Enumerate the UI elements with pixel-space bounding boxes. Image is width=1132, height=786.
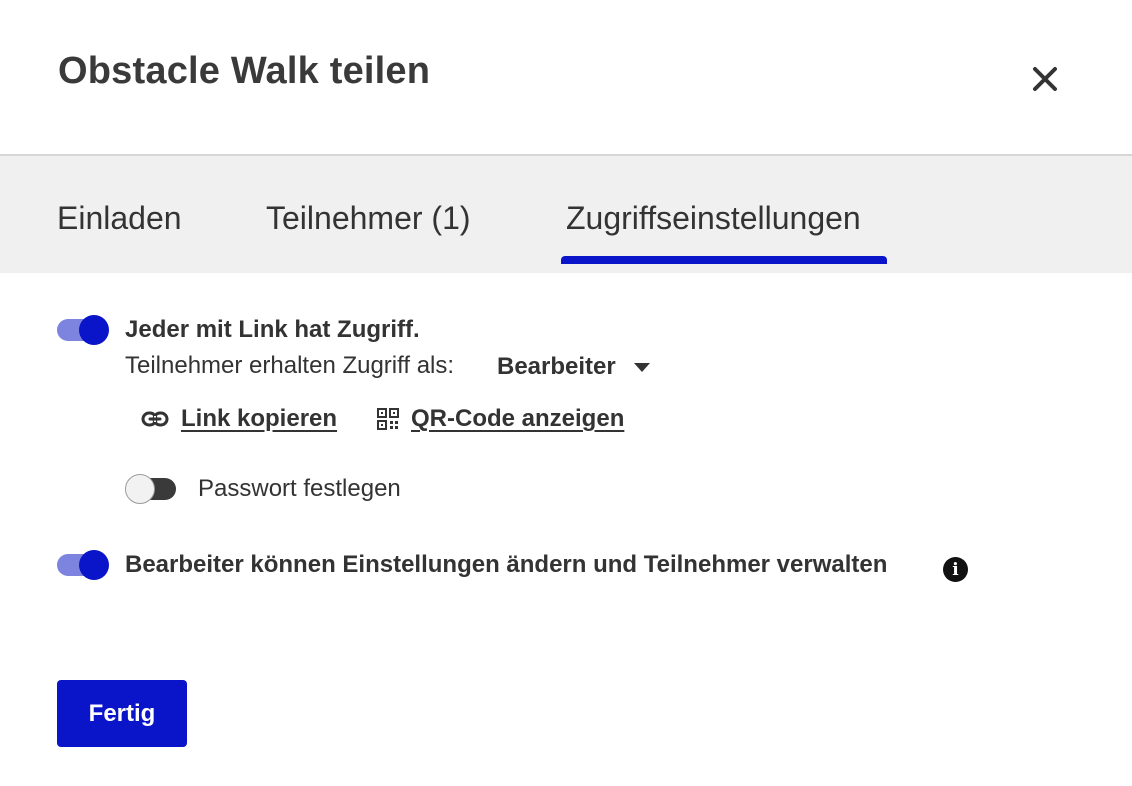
- info-icon[interactable]: i: [943, 557, 968, 582]
- show-qr-label: QR-Code anzeigen: [411, 405, 625, 432]
- password-label: Passwort festlegen: [198, 475, 401, 502]
- link-access-label: Jeder mit Link hat Zugriff.: [125, 316, 420, 343]
- done-button[interactable]: Fertig: [57, 680, 187, 747]
- qr-code-icon: [377, 408, 399, 430]
- role-select[interactable]: Bearbeiter: [497, 352, 650, 382]
- tab-zugriffseinstellungen[interactable]: Zugriffseinstellungen: [566, 200, 861, 237]
- link-icon: [141, 411, 169, 427]
- toggle-knob: [79, 315, 109, 345]
- copy-link-label: Link kopieren: [181, 405, 338, 432]
- close-button[interactable]: [1024, 58, 1066, 100]
- show-qr-button[interactable]: QR-Code anzeigen: [377, 405, 624, 433]
- copy-link-button[interactable]: Link kopieren: [141, 405, 337, 433]
- dialog-title: Obstacle Walk teilen: [58, 50, 431, 92]
- caret-down-icon: [633, 362, 650, 372]
- link-access-toggle[interactable]: [57, 315, 109, 345]
- toggle-knob: [79, 550, 109, 580]
- password-toggle[interactable]: [125, 474, 176, 504]
- active-tab-indicator: [561, 256, 887, 264]
- role-prefix-label: Teilnehmer erhalten Zugriff als:: [125, 352, 455, 379]
- tab-bar: Einladen Teilnehmer (1) Zugriffseinstell…: [0, 154, 1132, 273]
- toggle-knob: [125, 474, 155, 504]
- editors-manage-label: Bearbeiter können Einstellungen ändern u…: [125, 551, 888, 578]
- tab-einladen[interactable]: Einladen: [57, 200, 182, 237]
- role-select-value: Bearbeiter: [497, 353, 616, 380]
- tab-teilnehmer[interactable]: Teilnehmer (1): [266, 200, 471, 237]
- close-icon: [1033, 67, 1057, 91]
- editors-manage-toggle[interactable]: [57, 550, 109, 580]
